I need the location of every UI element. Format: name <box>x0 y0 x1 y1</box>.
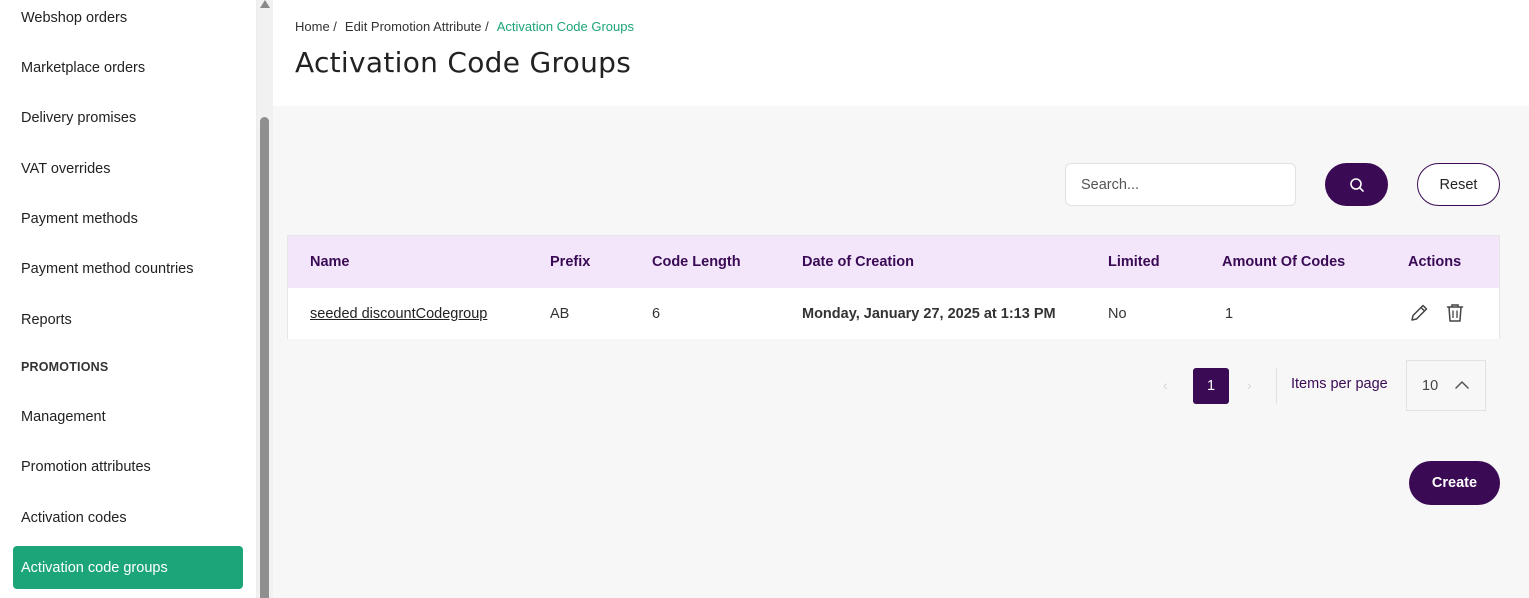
sidebar-item-label: Payment methods <box>21 210 138 227</box>
sidebar-item-payment-method-countries[interactable]: Payment method countries <box>13 247 243 290</box>
pencil-icon[interactable] <box>1408 302 1430 324</box>
search-button[interactable] <box>1325 163 1388 206</box>
sidebar-item-vat-overrides[interactable]: VAT overrides <box>13 147 243 190</box>
create-button[interactable]: Create <box>1409 461 1500 505</box>
items-per-page-select[interactable]: 10 <box>1406 360 1486 411</box>
search-icon <box>1349 177 1364 192</box>
sidebar-item-label: Webshop orders <box>21 9 128 26</box>
main-content: Reset Name Prefix Code Length Date of Cr… <box>273 106 1529 598</box>
column-header-code-length: Code Length <box>652 254 741 270</box>
breadcrumb-current: Activation Code Groups <box>496 19 634 34</box>
table-header: Name Prefix Code Length Date of Creation… <box>288 236 1499 288</box>
sidebar-item-marketplace-orders[interactable]: Marketplace orders <box>13 46 243 89</box>
pagination-divider <box>1276 368 1277 404</box>
column-header-name: Name <box>310 254 350 270</box>
sidebar-item-label: Delivery promises <box>21 109 137 126</box>
items-per-page-value: 10 <box>1422 377 1439 394</box>
items-per-page-label: Items per page <box>1291 376 1388 392</box>
row-name-link[interactable]: seeded discountCodegroup <box>310 288 487 339</box>
sidebar-item-activation-code-groups[interactable]: Activation code groups <box>13 546 243 589</box>
pagination-next-button[interactable]: › <box>1247 377 1252 393</box>
chevron-up-icon <box>1455 381 1469 389</box>
page-header: Home / Edit Promotion Attribute / Activa… <box>273 0 1529 106</box>
reset-button[interactable]: Reset <box>1417 163 1500 206</box>
column-header-amount-of-codes: Amount Of Codes <box>1222 254 1346 270</box>
sidebar-section-promotions: PROMOTIONS <box>21 360 109 374</box>
row-prefix: AB <box>550 305 570 322</box>
sidebar-item-management[interactable]: Management <box>13 395 243 438</box>
row-amount-of-codes: 1 <box>1225 305 1234 322</box>
pagination-page-current[interactable]: 1 <box>1193 368 1229 404</box>
sidebar-scrollbar[interactable] <box>257 0 273 598</box>
sidebar: Webshop orders Marketplace orders Delive… <box>0 0 257 598</box>
column-header-date-of-creation: Date of Creation <box>802 254 914 270</box>
sidebar-item-label: Management <box>21 408 106 425</box>
scroll-up-arrow-icon[interactable] <box>260 0 270 8</box>
row-code-length: 6 <box>652 305 661 322</box>
sidebar-item-label: Reports <box>21 311 72 328</box>
search-input[interactable] <box>1065 163 1296 206</box>
sidebar-item-activation-codes[interactable]: Activation codes <box>13 496 243 539</box>
breadcrumb-home[interactable]: Home / <box>295 19 337 34</box>
sidebar-item-label: Marketplace orders <box>21 59 146 76</box>
sidebar-item-label: VAT overrides <box>21 160 111 177</box>
breadcrumb-edit-promotion-attribute[interactable]: Edit Promotion Attribute / <box>345 19 489 34</box>
sidebar-item-label: Promotion attributes <box>21 458 151 475</box>
sidebar-item-delivery-promises[interactable]: Delivery promises <box>13 96 243 139</box>
sidebar-item-label: Payment method countries <box>21 260 194 277</box>
sidebar-item-webshop-orders[interactable]: Webshop orders <box>13 0 243 39</box>
scroll-thumb[interactable] <box>260 117 269 598</box>
pagination-prev-button[interactable]: ‹ <box>1163 377 1168 393</box>
row-limited: No <box>1108 305 1127 322</box>
sidebar-item-label: Activation codes <box>21 509 127 526</box>
sidebar-item-reports[interactable]: Reports <box>13 298 243 341</box>
sidebar-item-payment-methods[interactable]: Payment methods <box>13 197 243 240</box>
page-title: Activation Code Groups <box>295 46 632 79</box>
breadcrumb: Home / Edit Promotion Attribute / Activa… <box>295 19 642 34</box>
sidebar-item-promotion-attributes[interactable]: Promotion attributes <box>13 445 243 488</box>
trash-icon[interactable] <box>1444 302 1466 324</box>
row-date-of-creation: Monday, January 27, 2025 at 1:13 PM <box>802 305 1056 322</box>
table-row: seeded discountCodegroup AB 6 Monday, Ja… <box>288 288 1499 339</box>
activation-code-groups-table: Name Prefix Code Length Date of Creation… <box>287 235 1500 339</box>
column-header-prefix: Prefix <box>550 254 591 270</box>
column-header-actions: Actions <box>1408 254 1462 270</box>
column-header-limited: Limited <box>1108 254 1160 270</box>
sidebar-item-label: Activation code groups <box>21 559 168 576</box>
